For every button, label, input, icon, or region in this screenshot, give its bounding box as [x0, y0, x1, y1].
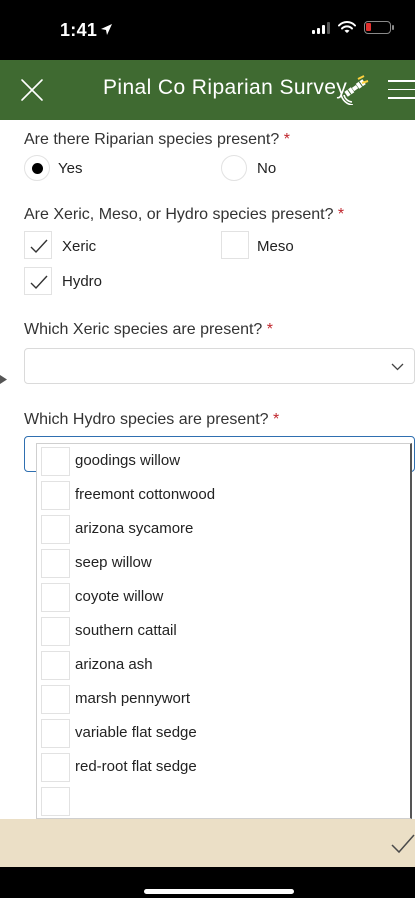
dropdown-option[interactable]: goodings willow	[37, 444, 410, 478]
dropdown-option[interactable]: variable flat sedge	[37, 716, 410, 750]
option-label: goodings willow	[75, 452, 181, 469]
checkmark-icon	[30, 239, 48, 254]
checkmark-icon	[30, 275, 48, 290]
option-label: freemont cottonwood	[75, 486, 216, 503]
radio-no-label: No	[257, 160, 277, 177]
option-checkbox[interactable]	[41, 515, 70, 544]
dropdown-option[interactable]: coyote willow	[37, 580, 410, 614]
question-riparian-label: Are there Riparian species present? *	[24, 131, 290, 148]
xeric-species-select[interactable]	[24, 348, 415, 384]
option-label: marsh pennywort	[75, 690, 191, 707]
option-checkbox[interactable]	[41, 787, 70, 816]
checkbox-xeric[interactable]	[24, 231, 52, 259]
wifi-icon	[338, 21, 356, 33]
option-label: seep willow	[75, 554, 152, 571]
checkmark-icon[interactable]	[390, 832, 415, 856]
arrow-right-icon	[0, 375, 7, 384]
radio-no[interactable]	[221, 155, 247, 181]
hamburger-menu-icon[interactable]	[388, 80, 415, 102]
close-icon[interactable]	[18, 76, 46, 104]
app-title: Pinal Co Riparian Survey	[103, 76, 348, 99]
option-label: red-root flat sedge	[75, 758, 197, 775]
checkbox-hydro-label: Hydro	[62, 273, 103, 290]
dropdown-option-partial[interactable]	[37, 784, 410, 818]
app-bar: Pinal Co Riparian Survey	[0, 60, 415, 120]
location-arrow-icon	[101, 24, 112, 35]
option-label: coyote willow	[75, 588, 164, 605]
option-checkbox[interactable]	[41, 481, 70, 510]
battery-level	[366, 23, 371, 31]
dropdown-option[interactable]: southern cattail	[37, 614, 410, 648]
option-label: arizona sycamore	[75, 520, 194, 537]
status-icons	[312, 21, 394, 34]
dropdown-option[interactable]: red-root flat sedge	[37, 750, 410, 784]
dropdown-option[interactable]: arizona ash	[37, 648, 410, 682]
dropdown-option[interactable]: arizona sycamore	[37, 512, 410, 546]
required-mark: *	[273, 411, 280, 428]
radio-yes[interactable]	[24, 155, 50, 181]
option-checkbox[interactable]	[41, 753, 70, 782]
satellite-icon[interactable]	[340, 75, 372, 105]
home-indicator[interactable]	[144, 889, 294, 894]
required-mark: *	[283, 131, 290, 148]
checkbox-hydro[interactable]	[24, 267, 52, 295]
option-checkbox[interactable]	[41, 447, 70, 476]
required-mark: *	[337, 206, 345, 223]
checkbox-xeric-label: Xeric	[62, 238, 97, 255]
option-checkbox[interactable]	[41, 651, 70, 680]
checkbox-meso[interactable]	[221, 231, 249, 259]
hydro-species-dropdown[interactable]: goodings willow freemont cottonwood ariz…	[36, 443, 412, 819]
survey-form: Are there Riparian species present? * Ye…	[0, 120, 415, 819]
battery-low-icon	[364, 21, 394, 34]
option-label: variable flat sedge	[75, 724, 197, 741]
question-hydro-label: Which Hydro species are present? *	[24, 411, 280, 428]
home-area	[0, 867, 415, 898]
dropdown-option[interactable]: freemont cottonwood	[37, 478, 410, 512]
option-checkbox[interactable]	[41, 549, 70, 578]
status-bar: 1:41	[0, 0, 415, 60]
option-label: southern cattail	[75, 622, 177, 639]
option-checkbox[interactable]	[41, 719, 70, 748]
dropdown-option[interactable]: marsh pennywort	[37, 682, 410, 716]
checkbox-meso-label: Meso	[257, 238, 294, 255]
question-types-label: Are Xeric, Meso, or Hydro species presen…	[24, 206, 345, 223]
radio-yes-label: Yes	[58, 160, 83, 177]
option-checkbox[interactable]	[41, 617, 70, 646]
option-label: arizona ash	[75, 656, 153, 673]
form-footer	[0, 819, 415, 867]
chevron-down-icon	[391, 363, 404, 371]
signal-bars-icon	[312, 21, 330, 34]
dropdown-option[interactable]: seep willow	[37, 546, 410, 580]
option-checkbox[interactable]	[41, 583, 70, 612]
question-xeric-label: Which Xeric species are present? *	[24, 321, 274, 338]
option-checkbox[interactable]	[41, 685, 70, 714]
required-mark: *	[266, 321, 274, 338]
status-time: 1:41	[60, 20, 98, 40]
